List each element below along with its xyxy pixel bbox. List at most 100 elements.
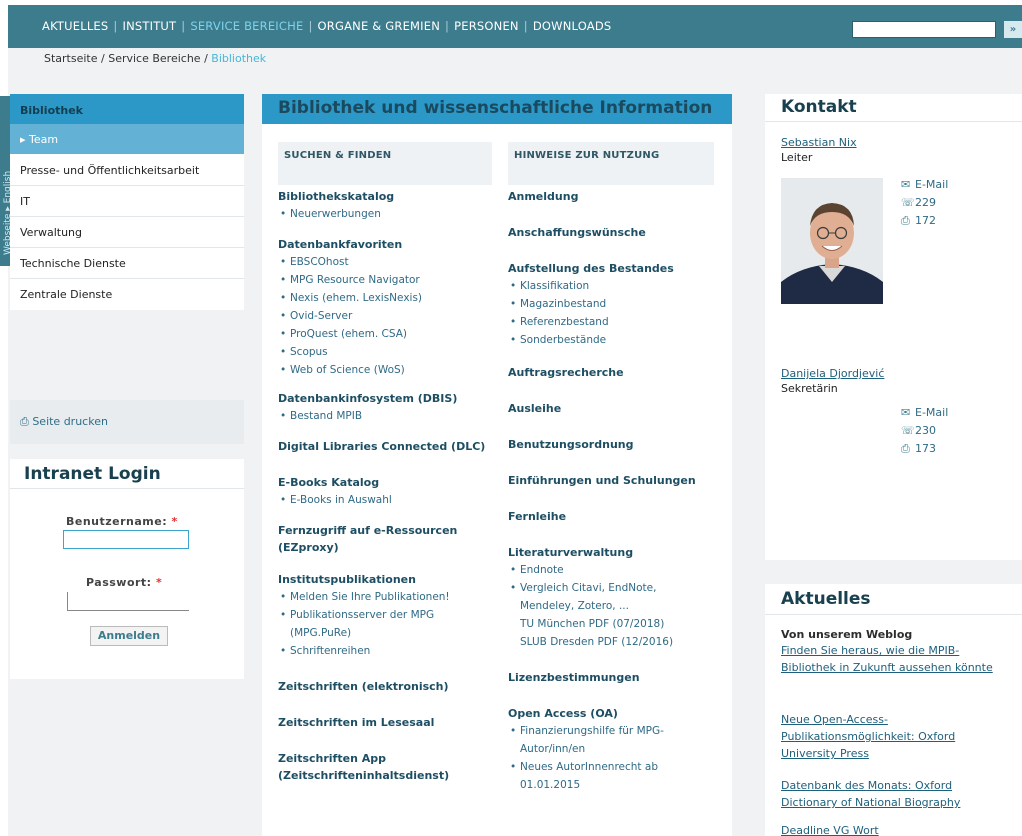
username-label: Benutzername: * (66, 515, 178, 528)
list-item[interactable]: Finanzierungshilfe für MPG-Autor/inn/en (508, 722, 738, 758)
nav-separator: | (113, 19, 118, 33)
sidebar-item-presse[interactable]: Presse- und Öffentlichkeitsarbeit (10, 155, 244, 186)
sidebar-item-team[interactable]: ▸ Team (10, 124, 244, 155)
list-item[interactable]: Neuerwerbungen (278, 205, 508, 223)
sidebar-item-it[interactable]: IT (10, 186, 244, 217)
link-open-access[interactable]: Open Access (OA) (508, 705, 738, 722)
search-input[interactable] (852, 21, 996, 38)
column-hinweise: HINWEISE ZUR NUTZUNG Anmeldung Anschaffu… (508, 142, 714, 791)
link-zeitschriften-lesesaal[interactable]: Zeitschriften im Lesesaal (278, 714, 508, 731)
password-field[interactable] (67, 592, 189, 611)
fax-icon: ⎙ (901, 214, 910, 227)
print-link[interactable]: ⎙ Seite drucken (10, 400, 244, 444)
list-item[interactable]: MPG Resource Navigator (278, 271, 508, 289)
link-zeitschriften-app-line2[interactable]: (Zeitschrifteninhaltsdienst) (278, 767, 508, 784)
link-group: Literaturverwaltung Endnote Vergleich Ci… (508, 544, 738, 651)
contact-role: Sekretärin (781, 382, 838, 395)
link-group: Anmeldung (508, 188, 738, 205)
link-fernleihe[interactable]: Fernleihe (508, 508, 738, 525)
list-item[interactable]: Nexis (ehem. LexisNexis) (278, 289, 508, 307)
list-item[interactable]: EBSCOhost (278, 253, 508, 271)
fax-icon: ⎙ (901, 442, 910, 455)
list-item[interactable]: E-Books in Auswahl (278, 491, 508, 509)
link-dlc[interactable]: Digital Libraries Connected (DLC) (278, 438, 508, 455)
nav-item-institut[interactable]: INSTITUT (122, 19, 176, 33)
link-ebooks-katalog[interactable]: E-Books Katalog (278, 474, 508, 491)
main-panel: Bibliothek und wissenschaftliche Informa… (262, 94, 732, 836)
link-lizenzbestimmungen[interactable]: Lizenzbestimmungen (508, 669, 738, 686)
link-einfuehrungen[interactable]: Einführungen und Schulungen (508, 472, 738, 489)
link-anschaffungswuensche[interactable]: Anschaffungswünsche (508, 224, 738, 241)
news-panel: Aktuelles Von unserem Weblog Finden Sie … (765, 584, 1022, 836)
contact-person: Danijela Djordjević Sekretärin (781, 367, 884, 396)
mail-icon: ✉ (901, 406, 911, 419)
contact-name[interactable]: Danijela Djordjević (781, 367, 884, 381)
contact-role: Leiter (781, 151, 813, 164)
link-anmeldung[interactable]: Anmeldung (508, 188, 738, 205)
list-item[interactable]: Web of Science (WoS) (278, 361, 508, 379)
phone-number: ☏229 (901, 194, 948, 212)
link-literaturverwaltung[interactable]: Literaturverwaltung (508, 544, 738, 561)
breadcrumb-home[interactable]: Startseite (44, 52, 98, 65)
list-item[interactable]: Endnote (508, 561, 738, 579)
english-tab[interactable]: Webseite ▸ English (0, 96, 13, 266)
list-item[interactable]: ProQuest (ehem. CSA) (278, 325, 508, 343)
phone-number: ☏230 (901, 422, 948, 440)
nav-item-service-bereiche[interactable]: SERVICE BEREICHE (190, 19, 303, 33)
link-aufstellung[interactable]: Aufstellung des Bestandes (508, 260, 738, 277)
link-group: Bibliothekskatalog Neuerwerbungen (278, 188, 508, 223)
nav-item-downloads[interactable]: DOWNLOADS (533, 19, 612, 33)
news-link[interactable]: Finden Sie heraus, wie die MPIB-Biblioth… (781, 642, 1003, 676)
link-group: Institutspublikationen Melden Sie Ihre P… (278, 571, 508, 660)
link-institutspublikationen[interactable]: Institutspublikationen (278, 571, 508, 588)
list-item[interactable]: Neues AutorInnenrecht ab01.01.2015 (508, 758, 738, 794)
sidebar-item-zentrale-dienste[interactable]: Zentrale Dienste (10, 279, 244, 310)
link-dbis[interactable]: Datenbankinfosystem (DBIS) (278, 390, 508, 407)
list-item[interactable]: Magazinbestand (508, 295, 738, 313)
email-link[interactable]: ✉ E-Mail (901, 176, 948, 194)
link-group: Ausleihe (508, 400, 738, 417)
list-item[interactable]: Publikationsserver der MPG(MPG.PuRe) (278, 606, 508, 642)
list-item[interactable]: Schriftenreihen (278, 642, 508, 660)
nav-separator: | (308, 19, 313, 33)
link-zeitschriften-elektronisch[interactable]: Zeitschriften (elektronisch) (278, 678, 508, 695)
username-field[interactable] (63, 530, 189, 549)
link-datenbankfavoriten[interactable]: Datenbankfavoriten (278, 236, 508, 253)
news-link[interactable]: Deadline VG Wort (781, 822, 1003, 836)
email-link[interactable]: ✉ E-Mail (901, 404, 948, 422)
news-link[interactable]: Datenbank des Monats: Oxford Dictionary … (781, 777, 1003, 811)
link-auftragsrecherche[interactable]: Auftragsrecherche (508, 364, 738, 381)
breadcrumb-service[interactable]: Service Bereiche (108, 52, 200, 65)
list-item[interactable]: Klassifikation (508, 277, 738, 295)
sidebar-menu: Bibliothek ▸ Team Presse- und Öffentlich… (10, 94, 244, 310)
login-button[interactable]: Anmelden (90, 626, 168, 646)
list-item[interactable]: Vergleich Citavi, EndNote,Mendeley, Zote… (508, 579, 738, 651)
list-item[interactable]: Referenzbestand (508, 313, 738, 331)
contact-name[interactable]: Sebastian Nix (781, 136, 857, 150)
search-button[interactable]: » (1004, 21, 1022, 38)
nav-item-organe-gremien[interactable]: ORGANE & GREMIEN (318, 19, 441, 33)
link-group: Auftragsrecherche (508, 364, 738, 381)
list-item[interactable]: Scopus (278, 343, 508, 361)
link-group: Aufstellung des Bestandes Klassifikation… (508, 260, 738, 349)
nav-item-aktuelles[interactable]: AKTUELLES (42, 19, 108, 33)
list-item[interactable]: Sonderbestände (508, 331, 738, 349)
news-link[interactable]: Neue Open-Access-Publikationsmöglichkeit… (781, 711, 1003, 762)
link-bibliothekskatalog[interactable]: Bibliothekskatalog (278, 188, 508, 205)
nav-item-personen[interactable]: PERSONEN (454, 19, 519, 33)
list-item[interactable]: Ovid-Server (278, 307, 508, 325)
contact-panel: Kontakt Sebastian Nix Leiter ✉ E-Mail ☏22… (765, 94, 1022, 560)
link-ausleihe[interactable]: Ausleihe (508, 400, 738, 417)
sidebar-title[interactable]: Bibliothek (10, 94, 244, 124)
mail-icon: ✉ (901, 178, 911, 191)
sidebar-item-technische-dienste[interactable]: Technische Dienste (10, 248, 244, 279)
link-fernzugriff[interactable]: Fernzugriff auf e-Ressourcen (278, 522, 508, 539)
link-fernzugriff-line2[interactable]: (EZproxy) (278, 539, 508, 556)
top-navigation: AKTUELLES | INSTITUT | SERVICE BEREICHE | ORGA… (8, 5, 1022, 48)
link-benutzungsordnung[interactable]: Benutzungsordnung (508, 436, 738, 453)
link-zeitschriften-app[interactable]: Zeitschriften App (278, 750, 508, 767)
link-group: Zeitschriften (elektronisch) (278, 678, 508, 695)
list-item[interactable]: Bestand MPIB (278, 407, 508, 425)
sidebar-item-verwaltung[interactable]: Verwaltung (10, 217, 244, 248)
list-item[interactable]: Melden Sie Ihre Publikationen! (278, 588, 508, 606)
